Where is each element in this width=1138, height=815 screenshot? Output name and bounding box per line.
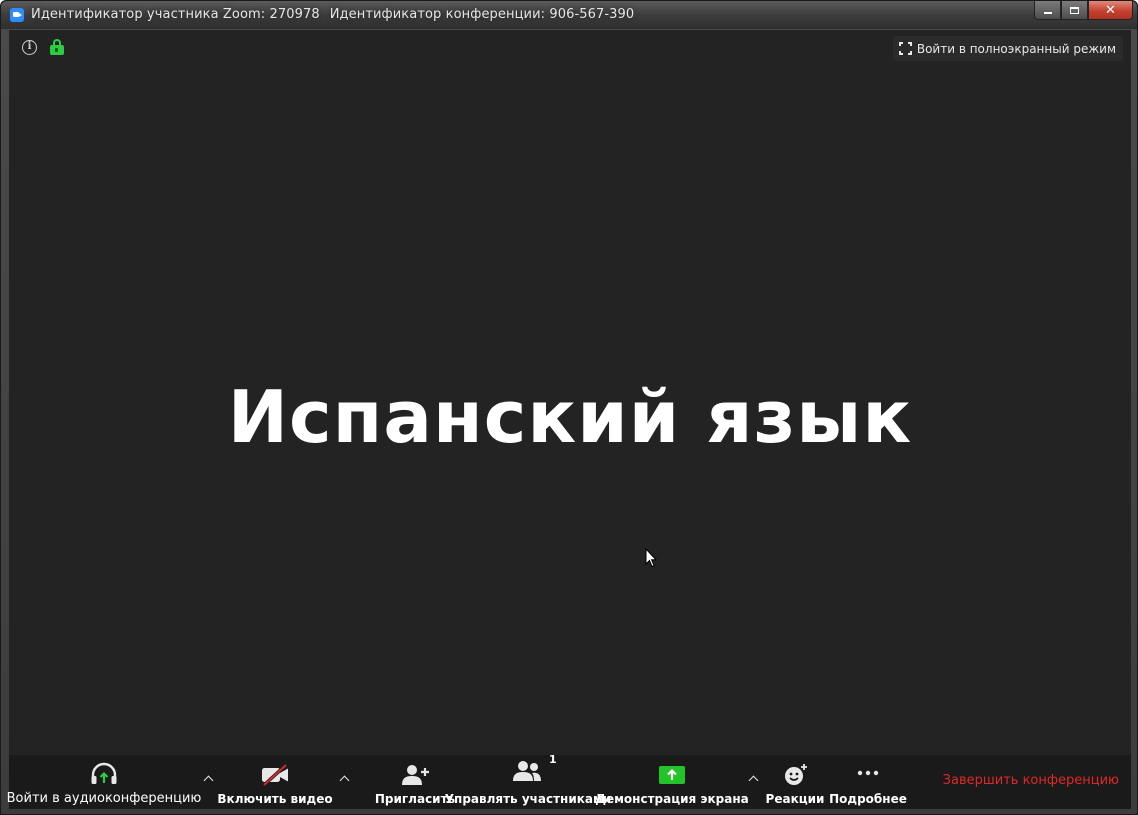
info-icon[interactable]: i [22, 40, 37, 55]
more-button[interactable]: Подробнее [829, 755, 907, 809]
meeting-area: i Войти в полноэкранный режим Испанский … [7, 30, 1131, 809]
invite-button[interactable]: Пригласить [375, 755, 455, 809]
manage-participants-button[interactable]: 1 Управлять участниками [445, 753, 611, 809]
mouse-cursor-icon [645, 548, 657, 568]
window-controls: ✕ [1034, 1, 1133, 21]
video-options-chevron-icon[interactable] [337, 771, 351, 785]
audio-options-chevron-icon[interactable] [201, 771, 215, 785]
invite-label: Пригласить [374, 792, 456, 806]
manage-participants-label: Управлять участниками [444, 792, 612, 806]
minimize-icon [1043, 12, 1052, 14]
participants-count: 1 [549, 753, 557, 766]
share-screen-button[interactable]: Демонстрация экрана [595, 755, 749, 809]
close-button[interactable]: ✕ [1088, 1, 1133, 20]
join-audio-label: Войти в аудиоконференцию [6, 791, 202, 806]
reactions-label: Реакции [765, 792, 825, 806]
fullscreen-icon [898, 42, 912, 55]
fullscreen-button[interactable]: Войти в полноэкранный режим [892, 36, 1123, 61]
maximize-icon [1070, 6, 1079, 14]
share-options-chevron-icon[interactable] [746, 771, 760, 785]
end-meeting-button[interactable]: Завершить конференцию [943, 773, 1119, 788]
title-conference-id: Идентификатор конференции: 906-567-390 [329, 7, 635, 22]
video-off-icon [262, 763, 288, 787]
zoom-window: Идентификатор участника Zoom: 270978 Иден… [0, 0, 1138, 815]
maximize-button[interactable] [1061, 1, 1088, 20]
headphones-icon [91, 762, 117, 784]
join-audio-button[interactable]: Войти в аудиоконференцию [7, 755, 201, 809]
title-bar[interactable]: Идентификатор участника Zoom: 270978 Иден… [1, 1, 1137, 29]
reactions-button[interactable]: Реакции [765, 755, 825, 809]
add-user-icon [402, 765, 429, 785]
fullscreen-label: Войти в полноэкранный режим [916, 41, 1116, 56]
share-screen-icon [659, 766, 685, 784]
participants-icon [513, 761, 541, 781]
participant-name: Испанский язык [227, 375, 913, 459]
smiley-plus-icon [785, 764, 807, 785]
window-title: Идентификатор участника Zoom: 270978 Иден… [31, 7, 634, 22]
minimize-button[interactable] [1034, 1, 1061, 20]
share-screen-label: Демонстрация экрана [595, 792, 749, 806]
meeting-toolbar: Войти в аудиоконференцию Включить видео [7, 753, 1131, 809]
zoom-app-icon [10, 8, 24, 22]
start-video-button[interactable]: Включить видео [217, 755, 333, 809]
lock-icon[interactable] [50, 39, 64, 56]
title-participant-id: Идентификатор участника Zoom: 270978 [31, 7, 320, 22]
more-dots-icon [857, 770, 879, 776]
more-label: Подробнее [829, 792, 907, 806]
close-icon: ✕ [1105, 2, 1116, 18]
start-video-label: Включить видео [217, 792, 333, 806]
